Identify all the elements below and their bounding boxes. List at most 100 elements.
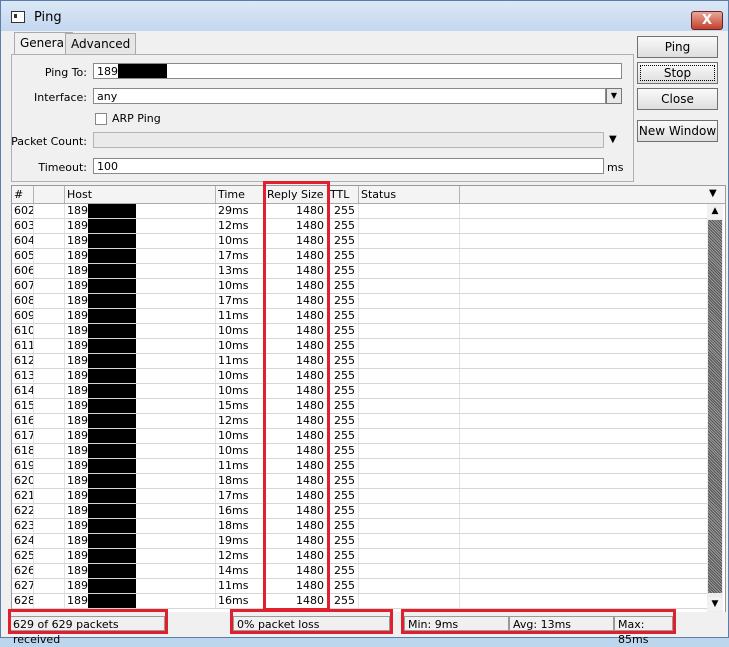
table-row[interactable]: 622 189 16ms 1480 255 <box>12 504 707 519</box>
table-row[interactable]: 605 189 17ms 1480 255 <box>12 249 707 264</box>
table-row[interactable]: 623 189 18ms 1480 255 <box>12 519 707 534</box>
window-title: Ping <box>34 10 62 25</box>
ttl-cell: 255 <box>328 489 359 503</box>
app-window-icon <box>11 11 25 23</box>
row-flag-cell <box>34 594 65 608</box>
host-cell: 189 <box>65 519 216 533</box>
new-window-button[interactable]: New Window <box>637 120 718 142</box>
table-row[interactable]: 612 189 11ms 1480 255 <box>12 354 707 369</box>
host-prefix: 189 <box>67 549 88 562</box>
table-row[interactable]: 621 189 17ms 1480 255 <box>12 489 707 504</box>
table-row[interactable]: 627 189 11ms 1480 255 <box>12 579 707 594</box>
table-header: # Host Time Reply Size TTL Status ▼ <box>12 186 725 204</box>
dropdown-arrow-icon[interactable]: ▼ <box>609 134 617 145</box>
row-number-cell: 622 <box>14 504 34 518</box>
title-bar[interactable]: Ping X <box>1 1 728 31</box>
arp-ping-label: ARP Ping <box>112 112 161 125</box>
table-row[interactable]: 611 189 10ms 1480 255 <box>12 339 707 354</box>
row-flag-cell <box>34 249 65 263</box>
row-flag-cell <box>34 579 65 593</box>
table-body: 602 189 29ms 1480 255 603 189 12ms 1480 255 604 189… <box>12 204 707 609</box>
time-cell: 10ms <box>216 234 265 248</box>
ttl-cell: 255 <box>328 249 359 263</box>
status-cell <box>359 519 460 533</box>
status-cell <box>359 279 460 293</box>
table-row[interactable]: 604 189 10ms 1480 255 <box>12 234 707 249</box>
ttl-cell: 255 <box>328 234 359 248</box>
status-cell <box>359 339 460 353</box>
row-flag-cell <box>34 504 65 518</box>
host-prefix: 189 <box>67 279 88 292</box>
table-row[interactable]: 606 189 13ms 1480 255 <box>12 264 707 279</box>
table-row[interactable]: 620 189 18ms 1480 255 <box>12 474 707 489</box>
time-cell: 17ms <box>216 489 265 503</box>
column-header-time[interactable]: Time <box>216 186 265 203</box>
row-flag-cell <box>34 549 65 563</box>
redacted-host <box>88 579 136 593</box>
table-row[interactable]: 613 189 10ms 1480 255 <box>12 369 707 384</box>
table-row[interactable]: 619 189 11ms 1480 255 <box>12 459 707 474</box>
scrollbar-thumb[interactable] <box>708 220 722 593</box>
column-header-host[interactable]: Host <box>65 186 216 203</box>
timeout-input[interactable]: 100 <box>93 158 604 174</box>
redacted-host <box>88 504 136 518</box>
row-number-cell: 604 <box>14 234 34 248</box>
row-flag-cell <box>34 399 65 413</box>
row-number-cell: 618 <box>14 444 34 458</box>
ping-button[interactable]: Ping <box>637 36 718 58</box>
table-row[interactable]: 624 189 19ms 1480 255 <box>12 534 707 549</box>
stop-button[interactable]: Stop <box>637 62 718 84</box>
column-header-blank[interactable] <box>34 186 65 203</box>
table-row[interactable]: 607 189 10ms 1480 255 <box>12 279 707 294</box>
time-cell: 10ms <box>216 339 265 353</box>
table-row[interactable]: 609 189 11ms 1480 255 <box>12 309 707 324</box>
host-prefix: 189 <box>67 474 88 487</box>
table-row[interactable]: 626 189 14ms 1480 255 <box>12 564 707 579</box>
table-row[interactable]: 616 189 12ms 1480 255 <box>12 414 707 429</box>
status-cell <box>359 489 460 503</box>
row-flag-cell <box>34 219 65 233</box>
host-prefix: 189 <box>67 579 88 592</box>
close-icon[interactable]: X <box>691 11 723 30</box>
scroll-down-icon[interactable]: ▼ <box>707 597 723 611</box>
table-row[interactable]: 614 189 10ms 1480 255 <box>12 384 707 399</box>
arp-ping-checkbox[interactable] <box>95 113 107 125</box>
table-row[interactable]: 617 189 10ms 1480 255 <box>12 429 707 444</box>
packet-count-input[interactable] <box>93 132 604 148</box>
vertical-scrollbar[interactable]: ▲ ▼ <box>707 204 723 612</box>
host-cell: 189 <box>65 534 216 548</box>
table-row[interactable]: 608 189 17ms 1480 255 <box>12 294 707 309</box>
host-prefix: 189 <box>67 204 88 217</box>
column-header-number[interactable]: # <box>12 186 34 203</box>
host-prefix: 189 <box>67 294 88 307</box>
redacted-host <box>88 219 136 233</box>
column-header-ttl[interactable]: TTL <box>328 186 359 203</box>
table-row[interactable]: 625 189 12ms 1480 255 <box>12 549 707 564</box>
row-flag-cell <box>34 414 65 428</box>
row-flag-cell <box>34 429 65 443</box>
time-cell: 17ms <box>216 249 265 263</box>
row-number-cell: 615 <box>14 399 34 413</box>
tab-advanced[interactable]: Advanced <box>65 33 137 54</box>
ping-to-input[interactable]: 189 <box>93 63 622 79</box>
table-row[interactable]: 628 189 16ms 1480 255 <box>12 594 707 609</box>
table-row[interactable]: 602 189 29ms 1480 255 <box>12 204 707 219</box>
row-number-cell: 625 <box>14 549 34 563</box>
column-header-status[interactable]: Status <box>359 186 460 203</box>
status-cell <box>359 384 460 398</box>
row-flag-cell <box>34 444 65 458</box>
scroll-up-icon[interactable]: ▲ <box>707 204 723 218</box>
row-number-cell: 621 <box>14 489 34 503</box>
dropdown-arrow-icon[interactable]: ▼ <box>606 88 622 104</box>
column-menu-arrow-icon[interactable]: ▼ <box>709 188 717 199</box>
interface-select[interactable]: any <box>93 88 606 104</box>
row-flag-cell <box>34 339 65 353</box>
table-row[interactable]: 603 189 12ms 1480 255 <box>12 219 707 234</box>
ttl-cell: 255 <box>328 204 359 218</box>
table-row[interactable]: 610 189 10ms 1480 255 <box>12 324 707 339</box>
row-flag-cell <box>34 264 65 278</box>
table-row[interactable]: 615 189 15ms 1480 255 <box>12 399 707 414</box>
host-cell: 189 <box>65 459 216 473</box>
table-row[interactable]: 618 189 10ms 1480 255 <box>12 444 707 459</box>
close-button[interactable]: Close <box>637 88 718 110</box>
